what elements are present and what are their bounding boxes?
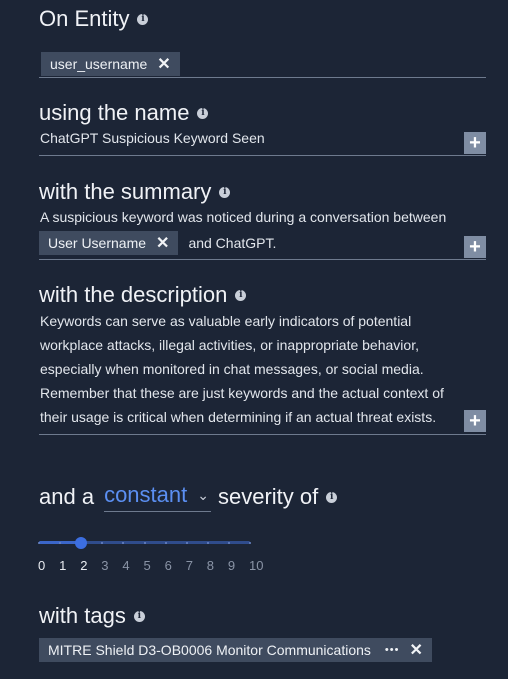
severity-mode-select[interactable]: constant ⌄ [104, 482, 211, 512]
scale-label: 3 [101, 558, 109, 573]
severity-section: and a constant ⌄ severity of i 012345678… [38, 482, 486, 574]
summary-chip-label: User Username [48, 235, 147, 251]
description-line: their usage is critical when determining… [40, 409, 437, 425]
scale-label: 6 [164, 558, 172, 573]
description-line: Keywords can serve as valuable early ind… [40, 313, 412, 329]
slider-tick [143, 541, 146, 544]
add-description-button[interactable]: + [464, 410, 486, 432]
entity-field[interactable]: user_username ✕ [39, 52, 486, 78]
info-icon[interactable]: i [197, 107, 209, 119]
summary-line-1: A suspicious keyword was noticed during … [40, 209, 447, 225]
info-icon[interactable]: i [133, 610, 145, 622]
info-icon[interactable]: i [219, 186, 231, 198]
tags-heading-text: with tags [39, 603, 126, 628]
close-icon[interactable]: ✕ [409, 640, 422, 660]
name-field[interactable]: ChatGPT Suspicious Keyword Seen + [39, 130, 486, 156]
close-icon[interactable]: ✕ [156, 233, 169, 253]
slider-tick [185, 541, 188, 544]
scale-label: 8 [206, 558, 215, 573]
name-section: using the name i ChatGPT Suspicious Keyw… [39, 100, 486, 158]
tag-chip: MITRE Shield D3-OB0006 Monitor Communica… [39, 638, 432, 662]
severity-heading: and a constant ⌄ severity of i [39, 482, 486, 512]
name-heading: using the name i [39, 100, 486, 126]
scale-label: 5 [143, 558, 151, 573]
entity-chip-label: user_username [50, 56, 148, 72]
tags-heading: with tags i [39, 603, 486, 629]
summary-line-2-tail: and ChatGPT. [188, 235, 277, 251]
severity-prefix: and a [39, 484, 95, 509]
scale-label: 10 [249, 558, 264, 573]
description-heading: with the description i [39, 282, 486, 308]
slider-tick [227, 541, 230, 544]
summary-heading-text: with the summary [39, 179, 212, 204]
entity-chip: user_username ✕ [41, 52, 180, 76]
description-line: Remember that these are just keywords an… [40, 385, 444, 401]
scale-label: 2 [80, 558, 88, 573]
slider-tick [59, 541, 62, 544]
name-value[interactable]: ChatGPT Suspicious Keyword Seen [40, 130, 265, 146]
description-line: workplace attacks, illegal activities, o… [40, 337, 419, 353]
summary-field[interactable]: A suspicious keyword was noticed during … [39, 209, 486, 260]
info-icon[interactable]: i [235, 289, 247, 301]
tags-field[interactable]: MITRE Shield D3-OB0006 Monitor Communica… [39, 638, 432, 662]
slider-tick [206, 541, 209, 544]
summary-section: with the summary i A suspicious keyword … [39, 179, 486, 263]
scale-label: 7 [185, 558, 193, 573]
description-section: with the description i Keywords can serv… [39, 282, 486, 438]
slider-thumb[interactable] [75, 537, 88, 549]
info-icon[interactable]: i [137, 13, 149, 25]
slider-tick [38, 541, 40, 544]
description-line: especially when monitored in chat messag… [40, 361, 424, 377]
slider-tick [164, 541, 167, 544]
severity-scale: 0 1 2 3 4 5 6 7 8 9 10 [38, 558, 269, 574]
summary-line-2: User Username ✕ and ChatGPT. [39, 231, 486, 255]
add-summary-button[interactable]: + [464, 236, 486, 258]
slider-tick [249, 541, 251, 544]
summary-heading: with the summary i [39, 179, 486, 205]
entity-heading-text: On Entity [39, 6, 130, 31]
scale-label: 4 [122, 558, 130, 573]
scale-label: 9 [227, 558, 236, 573]
info-icon[interactable]: i [326, 491, 338, 503]
entity-section: On Entity i user_username ✕ [39, 6, 486, 78]
scale-label: 0 [38, 558, 46, 573]
severity-slider[interactable] [38, 536, 251, 550]
entity-heading: On Entity i [39, 6, 486, 32]
close-icon[interactable]: ✕ [157, 54, 170, 74]
add-name-button[interactable]: + [464, 132, 486, 154]
tag-chip-label: MITRE Shield D3-OB0006 Monitor Communica… [48, 642, 371, 658]
chevron-down-icon: ⌄ [197, 486, 209, 503]
description-field[interactable]: Keywords can serve as valuable early ind… [39, 309, 486, 435]
more-icon[interactable]: ••• [385, 644, 400, 656]
description-heading-text: with the description [39, 282, 228, 307]
scale-label: 1 [59, 558, 67, 573]
summary-chip: User Username ✕ [39, 231, 179, 255]
severity-suffix: severity of [217, 484, 319, 509]
name-heading-text: using the name [39, 100, 190, 125]
tags-section: with tags i MITRE Shield D3-OB0006 Monit… [39, 603, 486, 663]
severity-mode-value: constant [104, 482, 188, 507]
